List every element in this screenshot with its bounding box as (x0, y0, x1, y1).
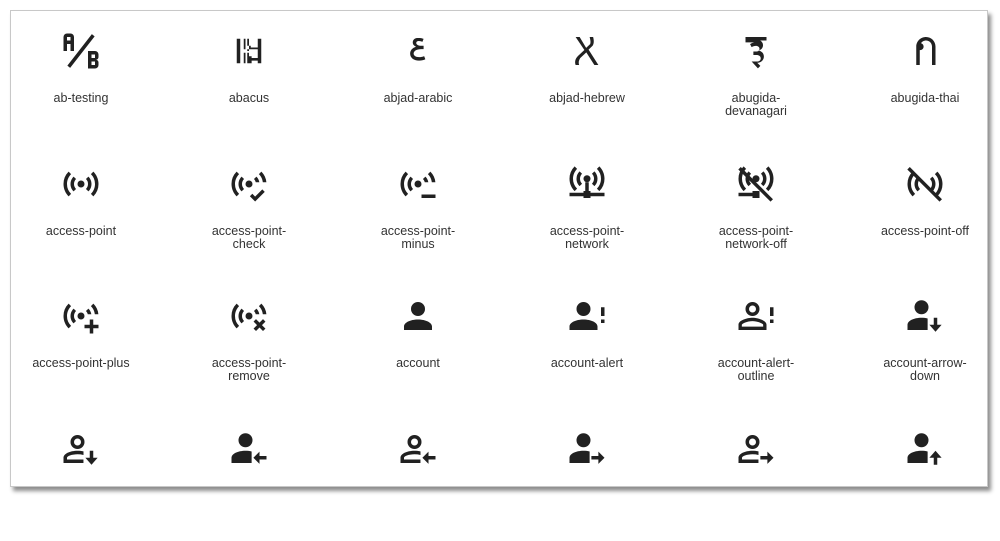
icon-tile-account-arrow-down[interactable]: account-arrow-down (841, 276, 1000, 408)
account-arrow-down-outline-icon (60, 428, 102, 470)
account-arrow-left-icon (228, 428, 270, 470)
icon-label: access-point-network-off (701, 225, 811, 251)
icon-label-line: abjad-arabic (383, 91, 453, 105)
icon-tile-account-alert-outline[interactable]: account-alert-outline (672, 276, 840, 408)
account-alert-outline-icon (735, 295, 777, 337)
icon-tile-account-arrow-right[interactable] (503, 409, 671, 541)
icon-grid: ab-testing abacus abjad-arabic abjad-hebrew… (11, 11, 987, 486)
account-icon (397, 295, 439, 337)
icon-label-line: access-point-plus (32, 356, 130, 370)
icon-label: account (363, 357, 473, 370)
account-arrow-left-outline-icon (397, 428, 439, 470)
access-point-plus-icon (60, 295, 102, 337)
icon-tile-access-point-remove[interactable]: access-point-remove (165, 276, 333, 408)
access-point-network-off-icon (735, 163, 777, 205)
icon-label: abugida-devanagari (701, 92, 811, 118)
abugida-thai-icon (904, 30, 946, 72)
icon-label: access-point-off (870, 225, 980, 238)
icon-label-line: account-alert (550, 356, 624, 370)
icon-tile-access-point-network-off[interactable]: access-point-network-off (672, 144, 840, 276)
icon-label-line: abacus (228, 91, 270, 105)
icon-tile-abacus[interactable]: abacus (165, 11, 333, 143)
icon-label-line: devanagari (725, 104, 787, 118)
ab-testing-icon (60, 30, 102, 72)
icon-label-line: outline (737, 369, 775, 383)
abacus-icon (228, 30, 270, 72)
icon-label: access-point-network (532, 225, 642, 251)
access-point-icon (60, 163, 102, 205)
icon-label: account-alert (532, 357, 642, 370)
icon-label: abjad-hebrew (532, 92, 642, 105)
icon-tile-access-point-minus[interactable]: access-point-minus (334, 144, 502, 276)
icon-label-line: access-point-off (880, 224, 969, 238)
icon-gallery-card: ab-testing abacus abjad-arabic abjad-hebrew… (10, 10, 988, 487)
account-arrow-down-icon (904, 295, 946, 337)
access-point-remove-icon (228, 295, 270, 337)
icon-label-line: abugida-thai (890, 91, 960, 105)
icon-tile-access-point-check[interactable]: access-point-check (165, 144, 333, 276)
icon-label: abacus (194, 92, 304, 105)
icon-tile-abugida-thai[interactable]: abugida-thai (841, 11, 1000, 143)
access-point-minus-icon (397, 163, 439, 205)
icon-tile-account-arrow-up[interactable] (841, 409, 1000, 541)
abjad-hebrew-icon (566, 30, 608, 72)
icon-tile-abugida-devanagari[interactable]: abugida-devanagari (672, 11, 840, 143)
icon-label: ab-testing (26, 92, 136, 105)
icon-tile-access-point-off[interactable]: access-point-off (841, 144, 1000, 276)
icon-label-line: remove (228, 369, 270, 383)
icon-tile-account-arrow-right-outline[interactable] (672, 409, 840, 541)
icon-label: access-point-check (194, 225, 304, 251)
icon-tile-access-point[interactable]: access-point (0, 144, 165, 276)
icon-label-line: check (232, 237, 266, 251)
icon-label: abugida-thai (870, 92, 980, 105)
icon-tile-account-arrow-left-outline[interactable] (334, 409, 502, 541)
icon-label-line: access-point (45, 224, 117, 238)
icon-tile-account-arrow-down-outline[interactable] (0, 409, 165, 541)
icon-label: access-point-remove (194, 357, 304, 383)
access-point-network-icon (566, 163, 608, 205)
icon-tile-account-alert[interactable]: account-alert (503, 276, 671, 408)
account-alert-icon (566, 295, 608, 337)
icon-label: account-arrow-down (870, 357, 980, 383)
icon-tile-access-point-network[interactable]: access-point-network (503, 144, 671, 276)
icon-label-line: ab-testing (53, 91, 109, 105)
abugida-devanagari-icon (735, 30, 777, 72)
icon-label-line: minus (401, 237, 435, 251)
icon-label: abjad-arabic (363, 92, 473, 105)
icon-label: access-point-minus (363, 225, 473, 251)
icon-label: access-point (26, 225, 136, 238)
icon-label-line: abjad-hebrew (549, 91, 625, 105)
icon-tile-abjad-arabic[interactable]: abjad-arabic (334, 11, 502, 143)
access-point-off-icon (904, 163, 946, 205)
account-arrow-up-icon (904, 428, 946, 470)
icon-tile-ab-testing[interactable]: ab-testing (0, 11, 165, 143)
account-arrow-right-icon (566, 428, 608, 470)
icon-label: account-alert-outline (701, 357, 811, 383)
icon-label-line: network (565, 237, 609, 251)
access-point-check-icon (228, 163, 270, 205)
icon-label-line: account (396, 356, 440, 370)
account-arrow-right-outline-icon (735, 428, 777, 470)
icon-label-line: network-off (725, 237, 787, 251)
icon-tile-account[interactable]: account (334, 276, 502, 408)
icon-tile-abjad-hebrew[interactable]: abjad-hebrew (503, 11, 671, 143)
icon-label: access-point-plus (26, 357, 136, 370)
icon-tile-account-arrow-left[interactable] (165, 409, 333, 541)
icon-label-line: down (910, 369, 940, 383)
icon-tile-access-point-plus[interactable]: access-point-plus (0, 276, 165, 408)
abjad-arabic-icon (397, 30, 439, 72)
